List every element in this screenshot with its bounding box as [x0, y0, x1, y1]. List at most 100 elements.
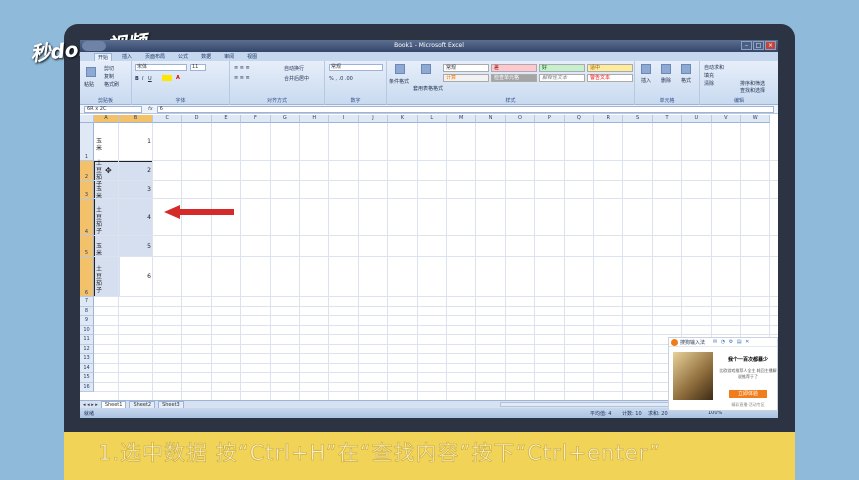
sheet-nav-icons[interactable]: ◂ ◂ ▸ ▸	[83, 402, 98, 408]
name-box[interactable]: 6R x 2C	[84, 105, 142, 113]
cell-a[interactable]: 土豆茄子	[95, 266, 119, 294]
paste-button[interactable]: 粘贴	[84, 81, 94, 88]
column-header-h[interactable]: H	[300, 115, 330, 123]
formula-input[interactable]: 6	[156, 105, 774, 113]
table-format-button[interactable]: 套用表格格式	[413, 85, 443, 92]
popup-image[interactable]	[673, 352, 713, 400]
underline-icon[interactable]: U	[148, 76, 152, 82]
row-header[interactable]: 16	[80, 382, 94, 392]
style-neutral[interactable]: 适中	[587, 64, 633, 72]
column-header-e[interactable]: E	[211, 115, 242, 123]
row-header[interactable]: 12	[80, 344, 94, 354]
close-button[interactable]: ×	[765, 41, 776, 50]
row-header[interactable]: 3	[80, 181, 94, 199]
conditional-format-button[interactable]: 条件格式	[389, 78, 409, 85]
row-header[interactable]: 6	[80, 257, 94, 297]
style-bad[interactable]: 差	[491, 64, 537, 72]
delete-cells-icon[interactable]	[661, 64, 671, 74]
column-header-i[interactable]: I	[329, 115, 359, 123]
style-warning[interactable]: 警告文本	[587, 74, 633, 82]
tab-home[interactable]: 开始	[94, 52, 113, 61]
font-name-select[interactable]: 宋体	[135, 64, 187, 71]
column-header-f[interactable]: F	[241, 115, 271, 123]
column-header-c[interactable]: C	[153, 115, 183, 123]
number-format-select[interactable]: 常规	[329, 64, 383, 71]
cell-a[interactable]: 玉米	[95, 138, 119, 152]
style-calculation[interactable]: 计算	[443, 74, 489, 82]
row-header[interactable]: 10	[80, 325, 94, 335]
row-header[interactable]: 14	[80, 363, 94, 373]
format-cells-icon[interactable]	[681, 64, 691, 74]
align-icons[interactable]: ≡ ≡ ≡	[234, 65, 250, 71]
row-header[interactable]: 11	[80, 335, 94, 345]
cell-b[interactable]: 2	[120, 167, 153, 174]
tab-formulas[interactable]: 公式	[175, 53, 191, 60]
bold-icon[interactable]: B	[135, 76, 139, 82]
column-header-a[interactable]: A	[94, 115, 119, 123]
cell-b[interactable]: 6	[120, 273, 153, 280]
style-explanatory[interactable]: 解释性文本	[539, 74, 585, 82]
delete-cells-button[interactable]: 删除	[661, 77, 671, 84]
column-header-d[interactable]: D	[182, 115, 212, 123]
find-select-button[interactable]: 查找和选择	[740, 87, 765, 94]
column-header-v[interactable]: V	[711, 115, 741, 123]
conditional-format-icon[interactable]	[395, 64, 405, 74]
format-cells-button[interactable]: 格式	[681, 77, 691, 84]
fx-icon[interactable]: fx	[148, 106, 153, 112]
popup-action-button[interactable]: 立即体验	[729, 390, 767, 398]
column-header-b[interactable]: B	[119, 115, 153, 123]
wrap-text-button[interactable]: 自动换行	[284, 65, 304, 72]
cell-a[interactable]: 玉米	[95, 243, 119, 257]
font-color-icon[interactable]: A	[176, 75, 180, 81]
cell-b[interactable]: 4	[120, 214, 153, 221]
select-all-corner[interactable]	[80, 115, 94, 123]
column-header-w[interactable]: W	[741, 115, 771, 123]
tab-insert[interactable]: 插入	[119, 53, 135, 60]
sort-filter-button[interactable]: 排序和筛选	[740, 80, 765, 87]
minimize-button[interactable]: –	[741, 41, 752, 50]
autosum-button[interactable]: 自动求和	[704, 64, 724, 71]
row-header[interactable]: 8	[80, 306, 94, 316]
fill-color-icon[interactable]	[162, 75, 172, 81]
font-size-select[interactable]: 11	[190, 64, 206, 71]
fill-button[interactable]: 填充	[704, 72, 714, 79]
column-header-t[interactable]: T	[652, 115, 683, 123]
copy-button[interactable]: 复制	[104, 73, 114, 80]
row-header[interactable]: 9	[80, 316, 94, 326]
row-header[interactable]: 5	[80, 236, 94, 257]
row-header[interactable]: 15	[80, 373, 94, 383]
format-painter-button[interactable]: 格式刷	[104, 81, 119, 88]
clear-button[interactable]: 清除	[704, 80, 714, 87]
column-header-u[interactable]: U	[682, 115, 712, 123]
column-header-s[interactable]: S	[623, 115, 653, 123]
tab-view[interactable]: 视图	[244, 53, 260, 60]
insert-cells-button[interactable]: 插入	[641, 77, 651, 84]
row-header[interactable]: 13	[80, 354, 94, 364]
cut-button[interactable]: 剪切	[104, 65, 114, 72]
column-header-n[interactable]: N	[476, 115, 506, 123]
toolbar-icons[interactable]: ✉ ◔ ⚙ ▤ ✕	[713, 339, 750, 345]
cell-b[interactable]: 1	[120, 138, 153, 145]
row-header[interactable]: 2	[80, 161, 94, 181]
italic-icon[interactable]: I	[142, 76, 143, 82]
column-header-j[interactable]: J	[358, 115, 389, 123]
column-header-q[interactable]: Q	[564, 115, 594, 123]
cell-b[interactable]: 5	[120, 243, 153, 250]
column-header-m[interactable]: M	[447, 115, 477, 123]
maximize-button[interactable]: □	[753, 41, 764, 50]
row-header[interactable]: 4	[80, 199, 94, 236]
merge-center-button[interactable]: 合并后居中	[284, 75, 309, 82]
style-check-cell[interactable]: 检查单元格	[491, 74, 537, 82]
style-good[interactable]: 好	[539, 64, 585, 72]
paste-icon[interactable]	[86, 67, 96, 77]
tab-review[interactable]: 审阅	[221, 53, 237, 60]
column-header-l[interactable]: L	[417, 115, 447, 123]
column-header-g[interactable]: G	[270, 115, 300, 123]
popup-footer[interactable]: 精彩直播·活动专区	[719, 402, 777, 408]
style-normal[interactable]: 常规	[443, 64, 489, 72]
table-format-icon[interactable]	[421, 64, 431, 74]
row-header[interactable]: 1	[80, 123, 94, 161]
tab-data[interactable]: 数据	[198, 53, 214, 60]
align-icons-2[interactable]: ≡ ≡ ≡	[234, 75, 250, 81]
cell-a[interactable]: 土豆茄子	[95, 207, 119, 235]
